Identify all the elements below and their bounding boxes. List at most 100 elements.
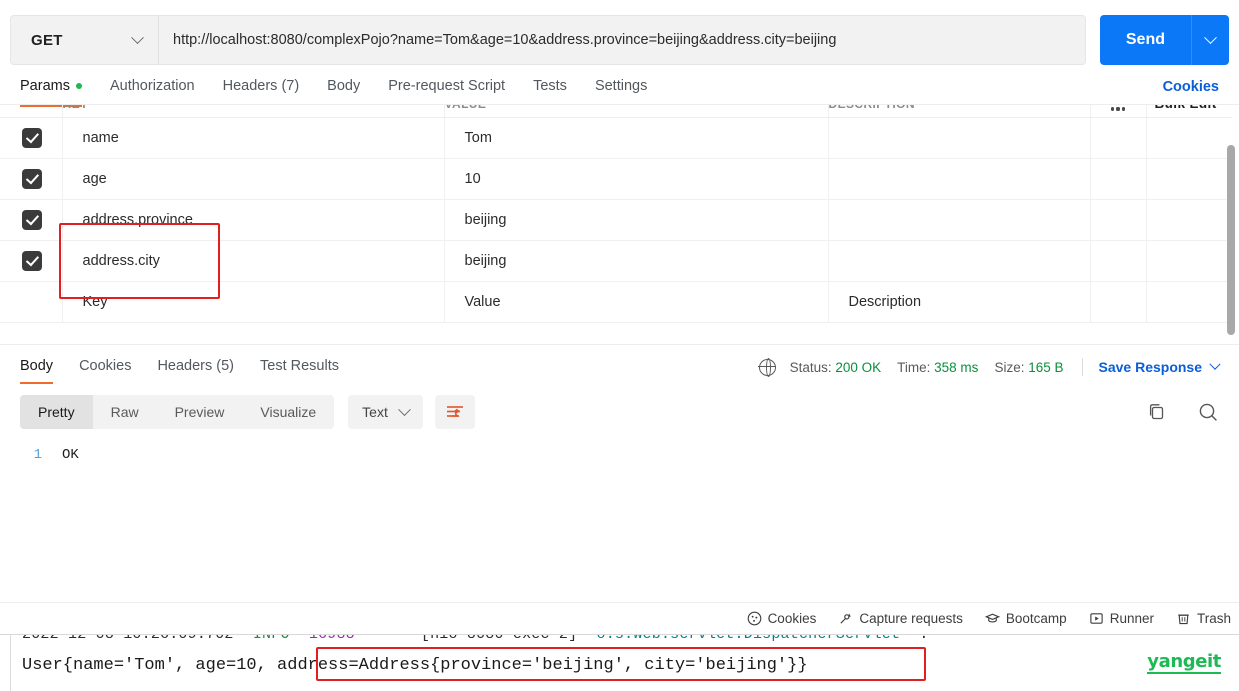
row-checkbox-cell[interactable] <box>0 199 63 241</box>
row-value[interactable]: 10 <box>444 158 829 200</box>
footer-trash-button[interactable]: Trash <box>1176 611 1231 626</box>
footer-capture-requests-label: Capture requests <box>859 611 963 626</box>
row-more[interactable] <box>1090 199 1147 241</box>
line-content: OK <box>62 447 79 463</box>
row-checkbox-cell[interactable] <box>0 158 63 200</box>
size-badge: Size: 165 B <box>994 360 1063 375</box>
response-action-icons <box>1147 401 1219 423</box>
request-url-bar: GET http://localhost:8080/complexPojo?na… <box>0 0 1239 68</box>
search-icon[interactable] <box>1197 401 1219 423</box>
new-key-input[interactable]: Key <box>62 281 445 323</box>
params-table-container: KEY VALUE DESCRIPTION Bulk Edit name Tom <box>0 104 1239 344</box>
table-row: name Tom <box>0 117 1232 159</box>
log-tail: : <box>919 634 929 643</box>
copy-icon[interactable] <box>1147 402 1167 422</box>
row-more[interactable] <box>1090 158 1147 200</box>
log-timestamp: 2022-12-08 10:26:09.702 <box>22 634 234 643</box>
footer-cookies-label: Cookies <box>767 611 817 626</box>
tab-tests[interactable]: Tests <box>519 78 581 104</box>
save-response-button[interactable]: Save Response <box>1099 358 1221 375</box>
log-pid: 16988 <box>308 634 355 643</box>
console-output-panel[interactable]: 2022-12-08 10:26:09.702 INFO 16988 --- [… <box>0 634 1239 691</box>
code-line: 1 OK <box>0 447 1239 463</box>
checkbox-checked-icon[interactable] <box>22 168 42 189</box>
console-log-line-clipped: 2022-12-08 10:26:09.702 INFO 16988 --- [… <box>22 634 939 643</box>
tab-settings[interactable]: Settings <box>581 78 661 104</box>
response-tab-test-results[interactable]: Test Results <box>260 358 339 384</box>
row-key[interactable]: address.city <box>62 240 445 282</box>
row-checkbox-cell[interactable] <box>0 240 63 282</box>
format-tab-pretty[interactable]: Pretty <box>20 395 93 429</box>
footer-runner-button[interactable]: Runner <box>1089 611 1154 626</box>
checkbox-checked-icon[interactable] <box>22 250 42 271</box>
row-checkbox-cell-empty[interactable] <box>0 281 63 323</box>
row-more[interactable] <box>1090 117 1147 159</box>
tab-params[interactable]: Params <box>20 78 96 107</box>
table-row: address.city beijing <box>0 240 1232 282</box>
row-description[interactable] <box>828 240 1091 282</box>
params-vertical-scrollbar[interactable] <box>1227 145 1235 335</box>
tab-pre-request-script[interactable]: Pre-request Script <box>374 78 519 104</box>
log-logger: o.s.web.servlet.DispatcherServlet <box>596 634 901 643</box>
bulk-edit-button[interactable]: Bulk Edit <box>1147 105 1233 111</box>
footer-capture-requests-button[interactable]: Capture requests <box>838 611 963 626</box>
format-tab-visualize[interactable]: Visualize <box>242 395 334 429</box>
response-tab-headers[interactable]: Headers (5) <box>157 358 234 384</box>
row-description[interactable] <box>828 117 1091 159</box>
more-options-icon[interactable] <box>1091 107 1146 111</box>
tab-params-label: Params <box>20 78 70 94</box>
format-tab-raw[interactable]: Raw <box>93 395 157 429</box>
format-tab-preview[interactable]: Preview <box>157 395 243 429</box>
footer-cookies-button[interactable]: Cookies <box>747 611 817 626</box>
row-key[interactable]: name <box>62 117 445 159</box>
send-options-button[interactable] <box>1191 15 1229 65</box>
footer-trash-label: Trash <box>1196 611 1231 626</box>
new-description-input[interactable]: Description <box>828 281 1091 323</box>
status-badge: Status: 200 OK <box>790 360 882 375</box>
console-gutter-divider <box>10 635 11 691</box>
new-value-input[interactable]: Value <box>444 281 829 323</box>
time-badge: Time: 358 ms <box>897 360 978 375</box>
tab-body[interactable]: Body <box>313 78 374 104</box>
tab-headers[interactable]: Headers (7) <box>209 78 314 104</box>
log-separator: --- <box>374 634 402 643</box>
row-spacer <box>1146 199 1232 241</box>
params-header-row: KEY VALUE DESCRIPTION Bulk Edit <box>0 105 1233 118</box>
row-description[interactable] <box>828 158 1091 200</box>
url-input[interactable]: http://localhost:8080/complexPojo?name=T… <box>158 15 1086 65</box>
trash-icon <box>1178 614 1189 625</box>
header-checkbox-col <box>0 105 63 118</box>
response-tabs: Body Cookies Headers (5) Test Results St… <box>0 345 1239 385</box>
row-key[interactable]: age <box>62 158 445 200</box>
row-value[interactable]: beijing <box>444 199 829 241</box>
checkbox-checked-icon[interactable] <box>22 127 42 148</box>
status-label: Status: <box>789 359 832 375</box>
response-body-viewer[interactable]: 1 OK <box>0 433 1239 585</box>
http-method-select[interactable]: GET <box>10 15 158 65</box>
row-more[interactable] <box>1090 240 1147 282</box>
word-wrap-button[interactable] <box>434 395 475 429</box>
header-bulk-edit[interactable]: Bulk Edit <box>1146 105 1233 118</box>
send-button[interactable]: Send <box>1099 15 1191 65</box>
checkbox-checked-icon[interactable] <box>22 209 42 230</box>
tab-authorization[interactable]: Authorization <box>96 78 209 104</box>
header-more-options[interactable] <box>1090 105 1147 118</box>
response-type-select[interactable]: Text <box>348 395 423 429</box>
table-row-empty: Key Value Description <box>0 281 1232 323</box>
response-section: Body Cookies Headers (5) Test Results St… <box>0 344 1239 585</box>
row-checkbox-cell[interactable] <box>0 117 63 159</box>
response-tab-body[interactable]: Body <box>20 358 54 384</box>
row-value[interactable]: Tom <box>444 117 829 159</box>
table-row: age 10 <box>0 158 1232 200</box>
size-label: Size: <box>994 359 1025 375</box>
play-box-icon <box>1090 613 1103 624</box>
row-description[interactable] <box>828 199 1091 241</box>
word-wrap-icon <box>446 406 463 417</box>
footer-bootcamp-button[interactable]: Bootcamp <box>984 611 1067 626</box>
row-key[interactable]: address.province <box>62 199 445 241</box>
row-value[interactable]: beijing <box>444 240 829 282</box>
log-thread: [nio-8080-exec-2] <box>420 634 578 643</box>
response-tab-cookies[interactable]: Cookies <box>79 358 131 384</box>
cookies-link[interactable]: Cookies <box>1163 79 1219 95</box>
row-more-empty[interactable] <box>1090 281 1147 323</box>
